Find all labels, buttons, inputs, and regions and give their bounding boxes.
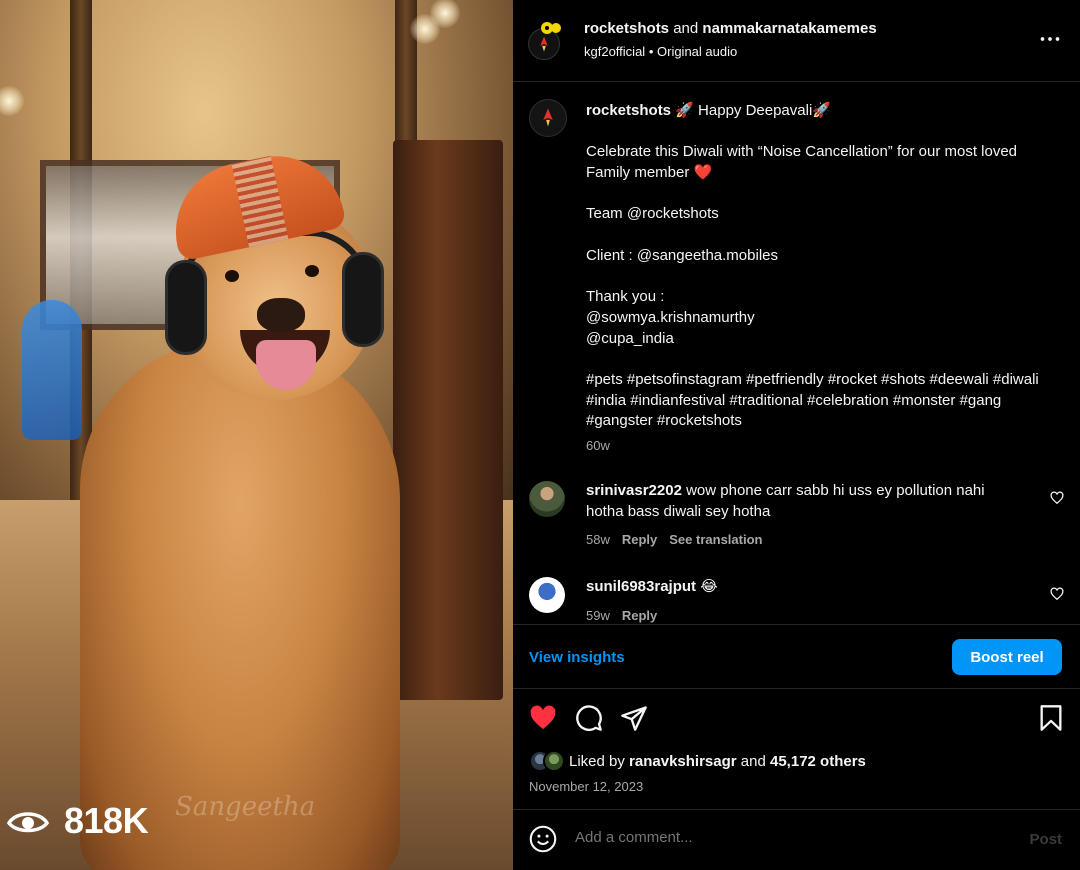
add-comment-bar: Post bbox=[513, 811, 1080, 870]
comment-icon[interactable] bbox=[575, 704, 603, 732]
caption-line: Team @rocketshots bbox=[586, 205, 719, 223]
liker-username[interactable]: ranavkshirsagr bbox=[629, 753, 737, 770]
more-icon[interactable] bbox=[1040, 36, 1060, 42]
insights-bar: View insights Boost reel bbox=[513, 624, 1080, 689]
post-title: rocketshots and nammakarnatakamemes bbox=[584, 20, 877, 37]
likes-text: Liked by ranavkshirsagr and 45,172 other… bbox=[569, 753, 866, 770]
likes-prefix: Liked by bbox=[569, 752, 625, 770]
see-translation-button[interactable]: See translation bbox=[669, 532, 762, 547]
caption-mention[interactable]: @sowmya.krishnamurthy bbox=[586, 308, 1056, 329]
bookmark-icon[interactable] bbox=[1037, 704, 1065, 732]
reply-button[interactable]: Reply bbox=[622, 532, 657, 547]
comments-scroll[interactable]: rocketshots 🚀 Happy Deepavali🚀 Celebrate… bbox=[513, 83, 1080, 624]
caption-line: Client : @sangeetha.mobiles bbox=[586, 246, 778, 264]
liker-avatar bbox=[543, 750, 565, 772]
caption-line: Celebrate this Diwali with “Noise Cancel… bbox=[586, 143, 1018, 182]
post-comment-button[interactable]: Post bbox=[1029, 831, 1062, 848]
caption-headline: 🚀 Happy Deepavali🚀 bbox=[675, 102, 831, 119]
comment-text: sunil6983rajput 😂 bbox=[586, 577, 1016, 598]
comment-time: 58w bbox=[586, 532, 610, 547]
comment-username[interactable]: sunil6983rajput bbox=[586, 578, 696, 595]
dog-nose bbox=[257, 298, 305, 332]
title-conjunction: and bbox=[673, 20, 699, 37]
caption-time: 60w bbox=[586, 438, 610, 453]
audio-user[interactable]: kgf2official bbox=[584, 44, 645, 59]
actions-bar: Liked by ranavkshirsagr and 45,172 other… bbox=[513, 690, 1080, 810]
caption-hashtags: #pets #petsofinstagram #petfriendly #roc… bbox=[586, 371, 1039, 430]
heart-icon[interactable] bbox=[1050, 491, 1064, 505]
dog-body bbox=[80, 340, 400, 870]
caption-mention[interactable]: @cupa_india bbox=[586, 329, 1056, 350]
boost-reel-button[interactable]: Boost reel bbox=[952, 639, 1062, 675]
emoji-icon[interactable] bbox=[529, 825, 557, 853]
audio-line: kgf2official • Original audio bbox=[584, 44, 737, 59]
caption-username[interactable]: rocketshots bbox=[586, 102, 671, 119]
avatar[interactable] bbox=[529, 577, 565, 613]
comment-meta: 58w Reply See translation bbox=[586, 532, 762, 547]
audio-label[interactable]: Original audio bbox=[657, 44, 737, 59]
caption: rocketshots 🚀 Happy Deepavali🚀 Celebrate… bbox=[586, 101, 1056, 453]
reel-media[interactable]: Sangeetha 818K bbox=[0, 0, 513, 870]
dog-eye bbox=[225, 270, 239, 282]
comment-time: 59w bbox=[586, 608, 610, 623]
view-insights-link[interactable]: View insights bbox=[529, 649, 625, 666]
add-comment-input[interactable] bbox=[575, 829, 995, 846]
watermark: Sangeetha bbox=[175, 792, 316, 822]
heart-icon[interactable] bbox=[529, 704, 557, 732]
likes-and: and bbox=[740, 752, 766, 770]
dog-image bbox=[60, 143, 440, 870]
likes-line: Liked by ranavkshirsagr and 45,172 other… bbox=[529, 750, 866, 772]
headphone-left bbox=[165, 260, 207, 355]
heart-icon[interactable] bbox=[1050, 587, 1064, 601]
likes-others[interactable]: 45,172 others bbox=[770, 753, 866, 770]
dog-eye bbox=[305, 265, 319, 277]
comment-body: 😂 bbox=[700, 578, 718, 595]
eye-icon bbox=[6, 812, 50, 833]
caption-line: Thank you : bbox=[586, 288, 665, 306]
rocket-logo-icon bbox=[543, 108, 553, 127]
comment-text: srinivasr2202 wow phone carr sabb hi uss… bbox=[586, 481, 1016, 522]
reply-button[interactable]: Reply bbox=[622, 608, 657, 623]
post-panel: rocketshots and nammakarnatakamemes kgf2… bbox=[513, 0, 1080, 870]
coauthor-username[interactable]: nammakarnatakamemes bbox=[702, 20, 876, 37]
post-date: November 12, 2023 bbox=[529, 779, 644, 794]
coauthor-logo-icon[interactable] bbox=[539, 20, 565, 36]
post-header: rocketshots and nammakarnatakamemes kgf2… bbox=[513, 0, 1080, 82]
headphone-right bbox=[342, 252, 384, 347]
caption-avatar[interactable] bbox=[529, 99, 567, 137]
views-count: 818K bbox=[64, 800, 149, 841]
comment-username[interactable]: srinivasr2202 bbox=[586, 482, 682, 499]
view-count: 818K bbox=[6, 800, 149, 842]
comment-meta: 59w Reply bbox=[586, 608, 657, 623]
author-username[interactable]: rocketshots bbox=[584, 20, 669, 37]
avatar[interactable] bbox=[529, 481, 565, 517]
share-icon[interactable] bbox=[620, 704, 648, 732]
audio-separator: • bbox=[648, 44, 654, 59]
